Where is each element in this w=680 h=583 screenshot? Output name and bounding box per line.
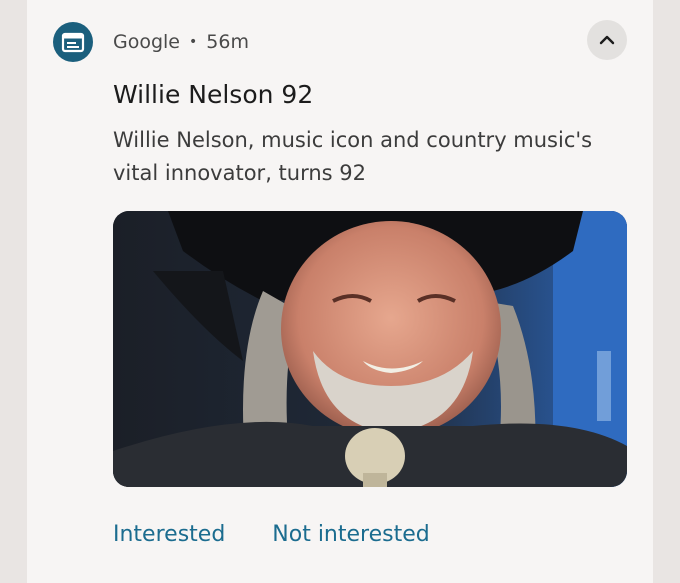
notification-card[interactable]: Google • 56m Willie Nelson 92 Willie Nel… [27,0,653,583]
chevron-up-icon [599,35,615,45]
notification-body: Willie Nelson, music icon and country mu… [113,124,628,190]
interested-button[interactable]: Interested [113,522,225,547]
notification-title: Willie Nelson 92 [113,80,314,109]
not-interested-button[interactable]: Not interested [272,522,429,547]
news-photo[interactable] [113,211,627,487]
notification-actions: Interested Not interested [113,522,430,547]
body-line: Willie Nelson, music icon and country mu… [113,128,593,152]
app-name: Google [113,31,181,53]
calendar-icon [61,32,85,53]
google-app-icon [53,22,93,62]
timestamp: 56m [206,31,249,53]
portrait-image [113,211,627,487]
collapse-button[interactable] [587,20,627,60]
body-line: vital innovator, turns 92 [113,161,366,185]
header-separator: • [189,34,198,50]
notification-header: Google • 56m [113,29,249,55]
